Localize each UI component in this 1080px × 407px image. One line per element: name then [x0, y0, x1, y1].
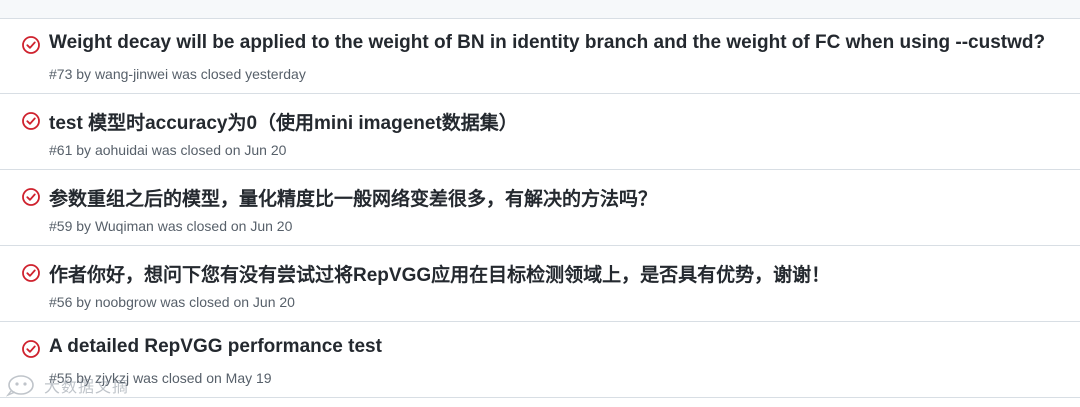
watermark-logo-icon: [6, 375, 34, 397]
issue-meta: #73 by wang-jinwei was closed yesterday: [49, 66, 306, 82]
issue-row: test 模型时accuracy为0（使用mini imagenet数据集） #…: [0, 94, 1080, 170]
issue-row: A detailed RepVGG performance test #55 b…: [0, 322, 1080, 398]
watermark: 大数据文摘: [6, 370, 129, 400]
issue-closed-text: was closed yesterday: [171, 66, 306, 82]
closed-issue-icon: [22, 36, 40, 54]
issue-closed-text: was closed on Jun 20: [160, 294, 295, 310]
issue-row: 作者你好，想问下您有没有尝试过将RepVGG应用在目标检测领域上，是否具有优势，…: [0, 246, 1080, 322]
issue-title-link[interactable]: 参数重组之后的模型，量化精度比一般网络变差很多，有解决的方法吗？: [49, 184, 1066, 211]
issue-author-link[interactable]: noobgrow: [95, 294, 157, 310]
issue-author-link[interactable]: Wuqiman: [95, 218, 154, 234]
issue-number[interactable]: #56: [49, 294, 72, 310]
issue-number[interactable]: #73: [49, 66, 72, 82]
closed-issue-icon: [22, 112, 40, 130]
closed-issues-list: Weight decay will be applied to the weig…: [0, 18, 1080, 398]
watermark-text: 大数据文摘: [44, 377, 130, 396]
issue-closed-text: was closed on Jun 20: [151, 142, 287, 158]
issue-title-link[interactable]: A detailed RepVGG performance test: [49, 336, 1066, 358]
list-header-strip: [0, 0, 1080, 19]
closed-issue-icon: [22, 340, 40, 358]
issue-meta: #61 by aohuidai was closed on Jun 20: [49, 142, 286, 158]
issue-meta: #59 by Wuqiman was closed on Jun 20: [49, 218, 292, 234]
issue-number[interactable]: #61: [49, 142, 72, 158]
issue-by-label: by: [76, 218, 92, 234]
issue-title-link[interactable]: Weight decay will be applied to the weig…: [49, 32, 1066, 54]
issue-row: 参数重组之后的模型，量化精度比一般网络变差很多，有解决的方法吗？ #59 by …: [0, 170, 1080, 246]
issue-by-label: by: [76, 66, 92, 82]
issue-title-link[interactable]: test 模型时accuracy为0（使用mini imagenet数据集）: [49, 108, 1066, 135]
closed-issue-icon: [22, 188, 40, 206]
issue-closed-text: was closed on May 19: [133, 370, 272, 386]
issue-by-label: by: [76, 142, 92, 158]
issue-author-link[interactable]: wang-jinwei: [95, 66, 168, 82]
issue-row: Weight decay will be applied to the weig…: [0, 18, 1080, 94]
issue-title-link[interactable]: 作者你好，想问下您有没有尝试过将RepVGG应用在目标检测领域上，是否具有优势，…: [49, 260, 1066, 287]
issue-number[interactable]: #59: [49, 218, 72, 234]
issue-closed-text: was closed on Jun 20: [157, 218, 293, 234]
issue-author-link[interactable]: aohuidai: [95, 142, 148, 158]
closed-issue-icon: [22, 264, 40, 282]
issue-by-label: by: [76, 294, 92, 310]
issue-meta: #56 by noobgrow was closed on Jun 20: [49, 294, 295, 310]
